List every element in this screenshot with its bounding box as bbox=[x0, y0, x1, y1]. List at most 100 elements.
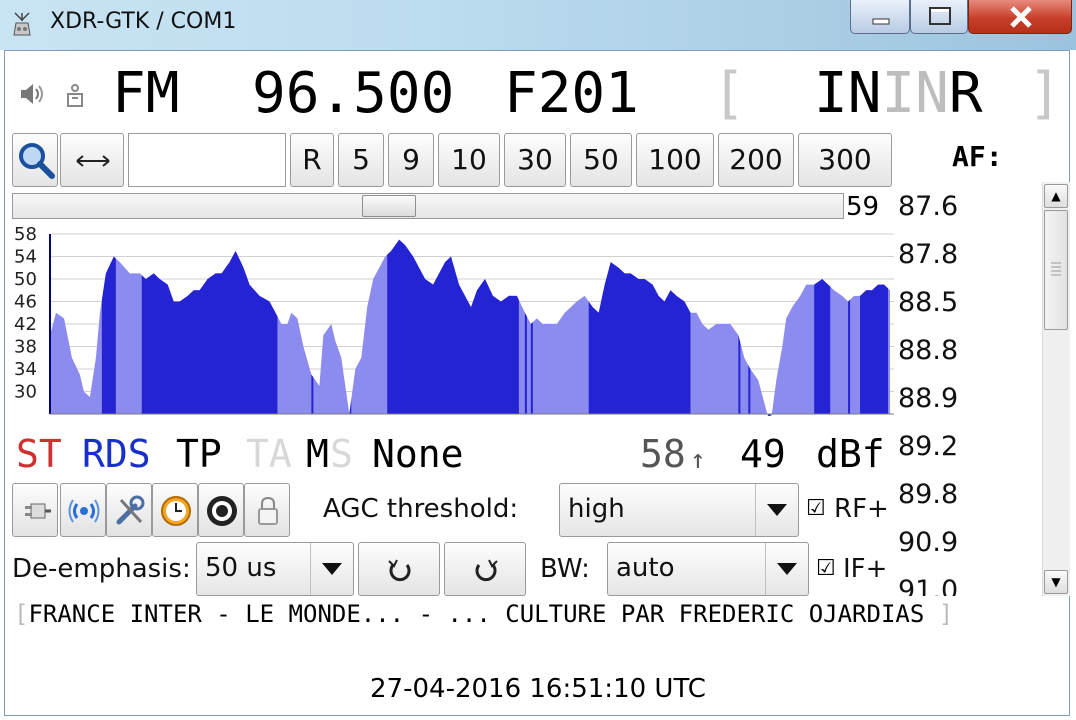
y-tick-label: 46 bbox=[14, 292, 37, 313]
lock-button[interactable] bbox=[244, 483, 290, 537]
if-checkbox[interactable]: ☑ bbox=[816, 556, 836, 581]
close-icon bbox=[1010, 6, 1032, 28]
ps-name: ININR bbox=[814, 58, 983, 130]
pi-code: F201 bbox=[504, 61, 639, 126]
volume-icon[interactable] bbox=[18, 80, 46, 108]
slider-value: 59 bbox=[846, 192, 880, 222]
spectrum-line bbox=[748, 239, 751, 416]
ps-open-bracket: [ bbox=[712, 61, 746, 126]
ms-speech-indicator: S bbox=[330, 432, 353, 476]
scroll-thumb[interactable] bbox=[1044, 210, 1068, 330]
signal-max: 58 bbox=[640, 432, 686, 476]
rt-open-bracket: [ bbox=[14, 600, 29, 628]
af-scrollbar[interactable]: ▲ ▼ bbox=[1042, 182, 1070, 596]
agc-label: AGC threshold: bbox=[323, 494, 519, 524]
af-item[interactable]: 87.6 bbox=[898, 188, 1038, 236]
signal-value: 49 bbox=[740, 432, 786, 476]
af-item[interactable]: 89.8 bbox=[898, 476, 1038, 524]
broadcast-icon bbox=[68, 499, 100, 523]
spectrum-line bbox=[245, 239, 248, 416]
spectrum-line bbox=[225, 239, 228, 416]
arrow-left-right-icon bbox=[76, 155, 110, 167]
speaker-icon bbox=[207, 496, 237, 526]
signal-arrow: ↑ bbox=[690, 445, 706, 475]
rotate-cw-icon bbox=[475, 559, 498, 582]
maximize-button[interactable] bbox=[910, 0, 968, 34]
spectrum-line bbox=[311, 239, 314, 416]
y-tick-label: 50 bbox=[14, 269, 37, 290]
af-list[interactable]: 87.6 87.8 88.5 88.8 88.9 89.2 89.8 90.9 91.0 bbox=[898, 188, 1038, 596]
spectrum-line bbox=[508, 239, 511, 416]
rf-checkbox[interactable]: ☑ bbox=[806, 496, 826, 521]
deemphasis-label: De-emphasis: bbox=[12, 554, 191, 584]
dropdown-arrow-icon bbox=[310, 543, 353, 595]
search-button[interactable] bbox=[12, 133, 58, 187]
rotate-left-button[interactable] bbox=[358, 542, 440, 596]
step-button-10[interactable]: 10 bbox=[438, 133, 500, 187]
plug-icon bbox=[25, 503, 51, 519]
ps-close-bracket: ] bbox=[1028, 61, 1062, 126]
af-item[interactable]: 87.8 bbox=[898, 236, 1038, 284]
scroll-down-button[interactable]: ▼ bbox=[1044, 570, 1068, 594]
spectrum-line bbox=[882, 239, 885, 416]
antenna-icon[interactable] bbox=[62, 80, 88, 110]
scheduler-button[interactable] bbox=[152, 483, 198, 537]
step-mode-button[interactable] bbox=[60, 133, 124, 187]
bw-select[interactable]: auto bbox=[607, 542, 809, 596]
step-button-9[interactable]: 9 bbox=[388, 133, 434, 187]
minimize-button[interactable] bbox=[850, 0, 910, 34]
lock-icon bbox=[258, 496, 278, 525]
spectrum-line bbox=[868, 239, 871, 416]
deemphasis-value: 50 us bbox=[205, 553, 277, 583]
step-button-5[interactable]: 5 bbox=[338, 133, 384, 187]
search-icon bbox=[19, 143, 55, 179]
af-item[interactable]: 88.8 bbox=[898, 332, 1038, 380]
spectrum-line bbox=[239, 239, 242, 416]
rotate-right-button[interactable] bbox=[444, 542, 526, 596]
ps-char: N bbox=[915, 61, 949, 126]
spectrum-band bbox=[101, 239, 116, 416]
close-button[interactable] bbox=[968, 0, 1072, 34]
minimize-icon bbox=[872, 18, 890, 25]
step-button-100[interactable]: 100 bbox=[636, 133, 714, 187]
spectrum-line bbox=[530, 239, 533, 416]
settings-button[interactable] bbox=[106, 483, 152, 537]
y-tick-label: 54 bbox=[14, 247, 37, 268]
rds-indicator: RDS bbox=[82, 432, 151, 476]
af-item[interactable]: 88.9 bbox=[898, 380, 1038, 428]
y-tick-label: 38 bbox=[14, 337, 37, 358]
spectrum-line bbox=[524, 239, 527, 416]
clock-icon bbox=[161, 496, 191, 526]
af-item[interactable]: 91.0 bbox=[898, 572, 1038, 596]
af-item[interactable]: 88.5 bbox=[898, 284, 1038, 332]
spectrum-line bbox=[209, 239, 212, 416]
signal-graph: 5854504642383430 bbox=[14, 224, 894, 416]
rds-settings-button[interactable] bbox=[60, 483, 106, 537]
slider-handle[interactable] bbox=[362, 195, 416, 217]
step-button-30[interactable]: 30 bbox=[504, 133, 566, 187]
connect-button[interactable] bbox=[12, 483, 58, 537]
scan-button[interactable] bbox=[198, 483, 244, 537]
step-button-200[interactable]: 200 bbox=[718, 133, 794, 187]
frequency-input[interactable] bbox=[128, 133, 286, 187]
af-item[interactable]: 90.9 bbox=[898, 524, 1038, 572]
scroll-up-button[interactable]: ▲ bbox=[1044, 184, 1068, 208]
dropdown-arrow-icon bbox=[765, 543, 808, 595]
signal-unit: dBf bbox=[816, 432, 885, 476]
spectrum-line bbox=[219, 239, 222, 416]
ta-indicator: TA bbox=[246, 432, 292, 476]
deemphasis-select[interactable]: 50 us bbox=[196, 542, 354, 596]
rotate-ccw-icon bbox=[388, 559, 411, 582]
bw-value: auto bbox=[616, 553, 675, 583]
spectrum-line bbox=[349, 239, 352, 416]
step-button-r[interactable]: R bbox=[290, 133, 334, 187]
frequency-display[interactable]: 96.500 bbox=[252, 58, 454, 130]
step-button-300[interactable]: 300 bbox=[798, 133, 892, 187]
ps-char: R bbox=[948, 61, 983, 126]
signal-slider[interactable] bbox=[12, 193, 844, 219]
agc-select[interactable]: high bbox=[559, 483, 799, 537]
bw-label: BW: bbox=[540, 554, 590, 584]
tools-icon bbox=[116, 495, 145, 525]
step-button-50[interactable]: 50 bbox=[570, 133, 632, 187]
ms-music-indicator: M bbox=[306, 432, 329, 476]
